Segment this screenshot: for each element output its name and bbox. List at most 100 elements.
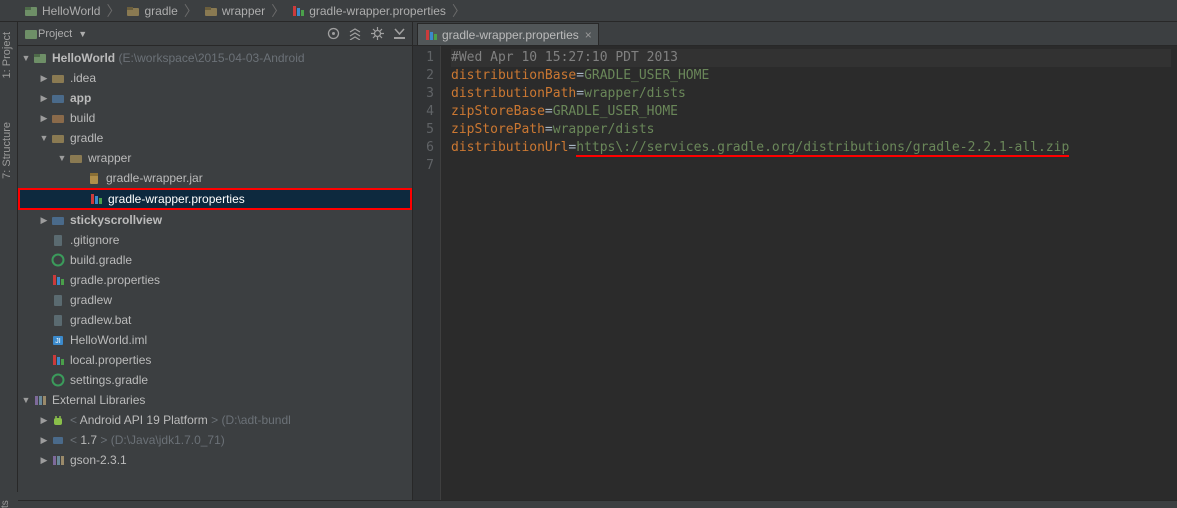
android-icon xyxy=(50,413,66,427)
close-icon[interactable]: × xyxy=(585,28,592,42)
node-label: HelloWorld xyxy=(52,51,115,65)
node-label: gradlew.bat xyxy=(70,313,131,327)
collapse-all-icon[interactable] xyxy=(348,27,362,41)
node-hint: (D:\Java\jdk1.7.0_71) xyxy=(107,433,224,447)
tree-settings[interactable]: settings.gradle xyxy=(18,370,412,390)
iml-icon: JI xyxy=(50,333,66,347)
tree-gitignore[interactable]: .gitignore xyxy=(18,230,412,250)
tree-localprops[interactable]: local.properties xyxy=(18,350,412,370)
tool-window-rail: 1: Project 7: Structure xyxy=(0,22,18,500)
node-label: gradle xyxy=(70,131,103,145)
project-icon xyxy=(24,4,38,18)
tree-wrapper[interactable]: ▼ wrapper xyxy=(18,148,412,168)
chevron-right-icon: 〉 xyxy=(452,1,466,21)
tree-gradlew[interactable]: gradlew xyxy=(18,290,412,310)
chevron-down-icon[interactable]: ▼ xyxy=(78,29,87,39)
scroll-to-icon[interactable] xyxy=(326,27,340,41)
tree-idea[interactable]: ▶ .idea xyxy=(18,68,412,88)
chevron-right-icon: 〉 xyxy=(184,1,198,21)
node-label: < 1.7 > xyxy=(70,433,107,447)
rail-tab-structure[interactable]: 7: Structure xyxy=(1,122,13,179)
tree-properties-selected[interactable]: gradle-wrapper.properties xyxy=(18,188,412,210)
folder-icon xyxy=(50,111,66,125)
tree-gradle[interactable]: ▼ gradle xyxy=(18,128,412,148)
node-label: gradle.properties xyxy=(70,273,160,287)
breadcrumb: HelloWorld 〉 gradle 〉 wrapper 〉 gradle-w… xyxy=(0,0,1177,22)
tree-ext-lib[interactable]: ▼ External Libraries xyxy=(18,390,412,410)
gradle-icon xyxy=(50,373,66,387)
properties-icon xyxy=(424,28,438,42)
properties-icon xyxy=(88,192,104,206)
tree-buildgradle[interactable]: build.gradle xyxy=(18,250,412,270)
tree-app[interactable]: ▶ app xyxy=(18,88,412,108)
rail-tab-project[interactable]: 1: Project xyxy=(1,32,13,78)
file-icon xyxy=(50,293,66,307)
breadcrumb-wrapper[interactable]: wrapper xyxy=(200,4,269,18)
node-label: app xyxy=(70,91,91,105)
svg-text:JI: JI xyxy=(55,338,61,345)
node-label: local.properties xyxy=(70,353,151,367)
project-tree[interactable]: ▼ HelloWorld (E:\workspace\2015-04-03-An… xyxy=(18,46,412,500)
crumb-label: wrapper xyxy=(222,4,265,18)
editor-code[interactable]: #Wed Apr 10 15:27:10 PDT 2013distributio… xyxy=(441,46,1177,500)
node-label: stickyscrollview xyxy=(70,213,162,227)
tree-gradleprops[interactable]: gradle.properties xyxy=(18,270,412,290)
jdk-icon xyxy=(50,433,66,447)
editor-gutter: 1234567 xyxy=(413,46,441,500)
file-icon xyxy=(50,233,66,247)
node-label: gradle-wrapper.properties xyxy=(108,192,245,206)
folder-icon xyxy=(126,4,140,18)
jar-icon xyxy=(86,171,102,185)
editor: gradle-wrapper.properties × 1234567 #Wed… xyxy=(413,22,1177,500)
tree-build[interactable]: ▶ build xyxy=(18,108,412,128)
tree-iml[interactable]: JI HelloWorld.iml xyxy=(18,330,412,350)
project-icon xyxy=(24,27,38,41)
tree-root[interactable]: ▼ HelloWorld (E:\workspace\2015-04-03-An… xyxy=(18,48,412,68)
tab-properties[interactable]: gradle-wrapper.properties × xyxy=(417,23,599,45)
folder-icon xyxy=(50,71,66,85)
node-label: gson-2.3.1 xyxy=(70,453,127,467)
lib-icon xyxy=(50,453,66,467)
tree-androidapi[interactable]: ▶ < Android API 19 Platform > (D:\adt-bu… xyxy=(18,410,412,430)
file-icon xyxy=(50,313,66,327)
node-label: build xyxy=(70,111,95,125)
hide-icon[interactable] xyxy=(392,27,406,41)
folder-icon xyxy=(50,131,66,145)
node-label: build.gradle xyxy=(70,253,132,267)
node-label: gradlew xyxy=(70,293,112,307)
crumb-label: gradle-wrapper.properties xyxy=(309,4,446,18)
project-tool-window: Project ▼ ▼ HelloWorld (E:\workspace\201… xyxy=(18,22,413,500)
tree-jdk[interactable]: ▶ < 1.7 > (D:\Java\jdk1.7.0_71) xyxy=(18,430,412,450)
gradle-icon xyxy=(50,253,66,267)
node-label: .gitignore xyxy=(70,233,119,247)
tab-label: gradle-wrapper.properties xyxy=(442,28,579,42)
rail-tab-bottom[interactable]: ts xyxy=(0,492,18,508)
chevron-right-icon: 〉 xyxy=(106,1,120,21)
gear-icon[interactable] xyxy=(370,27,384,41)
panel-title[interactable]: Project xyxy=(38,28,72,40)
crumb-label: gradle xyxy=(144,4,177,18)
breadcrumb-gradle[interactable]: gradle xyxy=(122,4,181,18)
tree-sticky[interactable]: ▶ stickyscrollview xyxy=(18,210,412,230)
folder-icon xyxy=(204,4,218,18)
folder-icon xyxy=(68,151,84,165)
breadcrumb-project[interactable]: HelloWorld xyxy=(20,4,104,18)
breadcrumb-file[interactable]: gradle-wrapper.properties xyxy=(287,4,450,18)
status-bar xyxy=(0,500,1177,508)
tree-gson[interactable]: ▶ gson-2.3.1 xyxy=(18,450,412,470)
properties-icon xyxy=(50,273,66,287)
panel-header: Project ▼ xyxy=(18,22,412,46)
chevron-right-icon: 〉 xyxy=(271,1,285,21)
tree-jar[interactable]: gradle-wrapper.jar xyxy=(18,168,412,188)
module-icon xyxy=(50,91,66,105)
node-label: < Android API 19 Platform > xyxy=(70,413,218,427)
properties-icon xyxy=(50,353,66,367)
crumb-label: HelloWorld xyxy=(42,4,100,18)
node-label: External Libraries xyxy=(52,393,145,407)
code-area[interactable]: 1234567 #Wed Apr 10 15:27:10 PDT 2013dis… xyxy=(413,46,1177,500)
module-icon xyxy=(50,213,66,227)
node-label: gradle-wrapper.jar xyxy=(106,171,203,185)
node-hint: (D:\adt-bundl xyxy=(218,413,291,427)
editor-tabs: gradle-wrapper.properties × xyxy=(413,22,1177,46)
tree-gradlewbat[interactable]: gradlew.bat xyxy=(18,310,412,330)
